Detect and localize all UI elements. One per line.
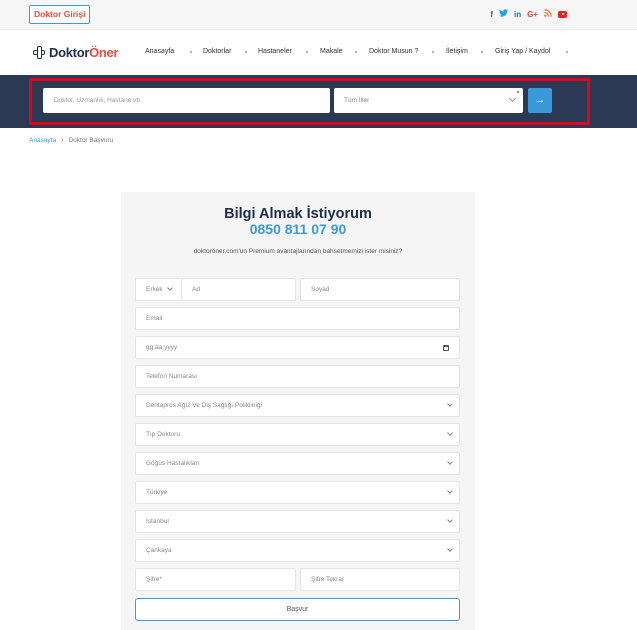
chevron-down-icon	[167, 285, 173, 291]
logo-text-doktor: Doktor	[49, 44, 90, 60]
breadcrumb: Anasayfa › Doktor Başvuru	[29, 137, 113, 144]
breadcrumb-current: Doktor Başvuru	[68, 137, 114, 144]
facebook-icon[interactable]: f	[490, 10, 493, 20]
nav-separator	[481, 51, 483, 53]
country-value: Türkiye	[146, 489, 168, 496]
nav-separator	[190, 51, 192, 53]
specialty-value: Göğüs Hastalıkları	[146, 460, 200, 467]
title-value: Tıp Doktoru	[146, 431, 180, 438]
gender-value: Erkek	[146, 286, 163, 293]
chevron-right-icon: ›	[61, 137, 64, 144]
birthdate-field[interactable]: gg.aa.yyyy	[135, 336, 460, 359]
search-banner: Doktor, Uzmanlık, Hastane vb. Tüm İller …	[0, 75, 637, 128]
email-field[interactable]: Email	[135, 307, 460, 330]
city-value: İstanbul	[146, 518, 169, 525]
nav-item-hospitals[interactable]: Hastaneler	[258, 48, 292, 55]
chevron-down-icon	[447, 546, 453, 552]
chevron-down-icon	[447, 430, 453, 436]
last-name-field[interactable]: Soyad	[300, 278, 460, 301]
nav-item-articles[interactable]: Makale	[320, 48, 343, 55]
breadcrumb-home[interactable]: Anasayfa	[29, 137, 56, 144]
nav-item-login-register[interactable]: Giriş Yap / Kaydol	[495, 48, 550, 55]
nav-item-contact[interactable]: İletişim	[446, 48, 468, 55]
nav-item-doctors[interactable]: Doktorlar	[203, 48, 231, 55]
doctor-login-button[interactable]: Doktor Girişi	[29, 5, 91, 24]
nav-separator	[432, 51, 434, 53]
form-description: doktoröner.com'un Premium avantajlarında…	[193, 248, 403, 255]
linkedin-icon[interactable]: in	[514, 10, 521, 20]
nav-separator	[306, 51, 308, 53]
calendar-icon[interactable]	[443, 345, 449, 351]
country-select[interactable]: Türkiye	[135, 481, 460, 504]
select-marker-icon	[517, 91, 519, 93]
birthdate-placeholder: gg.aa.yyyy	[146, 344, 178, 351]
clinic-value: Dentapros Ağız Ve Diş Sağlığı Polikliniğ…	[146, 402, 262, 409]
first-name-field[interactable]: Ad	[181, 278, 296, 301]
site-logo[interactable]: Doktor Öner	[31, 43, 119, 61]
chevron-down-icon	[447, 459, 453, 465]
search-button[interactable]: →	[528, 88, 552, 113]
arrow-right-icon: →	[534, 94, 546, 106]
chevron-down-icon	[447, 517, 453, 523]
chevron-down-icon	[508, 94, 517, 103]
chevron-down-icon	[447, 488, 453, 494]
clinic-select[interactable]: Dentapros Ağız Ve Diş Sağlığı Polikliniğ…	[135, 394, 460, 417]
rss-icon[interactable]	[544, 9, 552, 20]
city-field-select[interactable]: İstanbul	[135, 510, 460, 533]
search-input[interactable]: Doktor, Uzmanlık, Hastane vb.	[43, 88, 330, 113]
google-plus-icon[interactable]: G+	[527, 10, 538, 20]
password-repeat-field[interactable]: Şifre Tekrar	[300, 568, 460, 591]
submit-button[interactable]: Başvur	[135, 598, 460, 621]
city-select-value: Tüm İller	[344, 97, 370, 104]
top-bar: Doktor Girişi f in G+	[0, 0, 637, 30]
main-navbar: Doktor Öner Anasayfa Doktorlar Hastanele…	[0, 31, 637, 75]
gender-select[interactable]: Erkek	[135, 278, 181, 301]
city-select[interactable]: Tüm İller	[334, 88, 523, 113]
nav-separator	[245, 51, 247, 53]
logo-text-oner: Öner	[89, 44, 119, 60]
medical-cross-icon	[31, 45, 47, 60]
chevron-down-icon	[447, 401, 453, 407]
nav-separator	[566, 51, 568, 53]
twitter-icon[interactable]	[498, 9, 508, 20]
youtube-icon[interactable]	[558, 11, 567, 18]
form-title: Bilgi Almak İstiyorum	[224, 206, 372, 222]
district-select[interactable]: Çankaya	[135, 539, 460, 562]
phone-field[interactable]: Telefon Numarası	[135, 365, 460, 388]
district-value: Çankaya	[146, 547, 172, 554]
contact-phone: 0850 811 07 90	[249, 221, 347, 237]
nav-item-home[interactable]: Anasayfa	[145, 48, 174, 55]
social-links: f in G+	[490, 9, 567, 20]
title-select[interactable]: Tıp Doktoru	[135, 423, 460, 446]
nav-separator	[355, 51, 357, 53]
nav-item-are-you-doctor[interactable]: Doktor Musun ?	[369, 48, 418, 55]
password-field[interactable]: Şifre*	[135, 568, 296, 591]
specialty-select[interactable]: Göğüs Hastalıkları	[135, 452, 460, 475]
